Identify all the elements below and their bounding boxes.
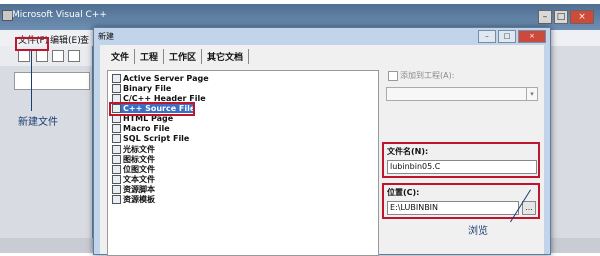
dialog-maximize-button[interactable]: □ [498, 30, 516, 43]
binary-file-icon [112, 84, 121, 93]
cursor-file-icon [112, 145, 121, 154]
dialog-close-button[interactable]: × [518, 30, 546, 43]
dialog-minimize-button[interactable]: – [478, 30, 496, 43]
new-dialog: 新建 – □ × 文件 工程 工作区 其它文档 Active Server Pa… [93, 27, 551, 256]
menu-view[interactable]: 查 [80, 33, 89, 46]
annotation-arrow-line [31, 51, 32, 111]
list-item[interactable]: Binary File [112, 84, 171, 93]
selected-item-highlight [109, 102, 195, 116]
dialog-tabs: 文件 工程 工作区 其它文档 [106, 49, 250, 64]
browse-button[interactable]: ... [522, 201, 536, 215]
workspace-pane [0, 66, 92, 249]
resource-template-icon [112, 195, 121, 204]
asp-file-icon [112, 74, 121, 83]
project-select[interactable]: ▾ [386, 87, 538, 101]
window-controls: – □ × [538, 10, 594, 24]
list-item[interactable]: Macro File [112, 124, 170, 133]
app-title: Microsoft Visual C++ [12, 10, 107, 20]
tab-workspaces[interactable]: 工作区 [164, 49, 203, 64]
location-input[interactable]: E:\LUBINBIN [387, 201, 519, 215]
add-to-project-checkbox[interactable] [388, 71, 398, 81]
list-item[interactable]: 资源模板 [112, 194, 155, 205]
close-button[interactable]: × [570, 10, 594, 24]
add-to-project-label: 添加到工程(A): [400, 71, 455, 80]
open-folder-icon[interactable] [36, 50, 48, 62]
tab-files[interactable]: 文件 [106, 49, 136, 64]
file-menu-highlight [15, 37, 49, 51]
tab-other-documents[interactable]: 其它文档 [202, 49, 250, 64]
new-icon[interactable] [18, 50, 30, 62]
save-icon[interactable] [52, 50, 64, 62]
list-item[interactable]: Active Server Page [112, 74, 209, 83]
editor-area [548, 46, 600, 249]
file-options-panel: 添加到工程(A): ▾ 文件名(N): lubinbin05.C 位置(C): … [382, 70, 542, 254]
bitmap-file-icon [112, 165, 121, 174]
new-file-annotation: 新建文件 [18, 117, 58, 128]
file-name-input[interactable]: lubinbin05.C [387, 160, 537, 174]
class-combo[interactable] [14, 72, 90, 90]
browse-annotation: 浏览 [468, 226, 488, 237]
minimize-button[interactable]: – [538, 10, 552, 24]
macro-file-icon [112, 124, 121, 133]
dialog-window-controls: – □ × [478, 30, 546, 43]
location-label: 位置(C): [387, 188, 420, 197]
chevron-down-icon[interactable]: ▾ [526, 88, 537, 100]
save-all-icon[interactable] [68, 50, 80, 62]
menu-edit[interactable]: 编辑(E) [50, 33, 81, 46]
file-name-label: 文件名(N): [387, 147, 429, 156]
dialog-title: 新建 [98, 32, 114, 41]
text-file-icon [112, 175, 121, 184]
maximize-button[interactable]: □ [554, 10, 568, 24]
list-item[interactable]: SQL Script File [112, 134, 189, 143]
resource-script-icon [112, 185, 121, 194]
sql-file-icon [112, 134, 121, 143]
file-type-list[interactable]: Active Server Page Binary File C/C++ Hea… [107, 70, 379, 256]
icon-file-icon [112, 155, 121, 164]
tab-projects[interactable]: 工程 [135, 49, 165, 64]
